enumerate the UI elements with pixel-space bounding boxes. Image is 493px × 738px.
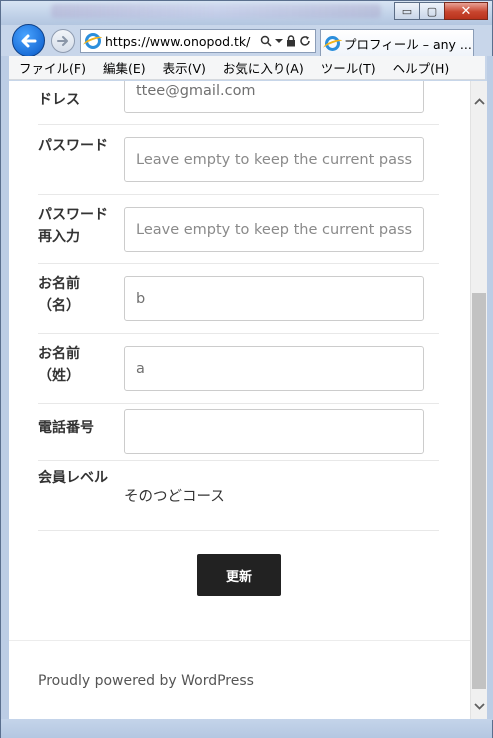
password-confirm-field[interactable]: Leave empty to keep the current pass xyxy=(124,207,424,252)
menu-tools[interactable]: ツール(T) xyxy=(321,58,376,77)
membership-value: そのつどコース xyxy=(124,489,225,505)
password-confirm-label: パスワード再入力 xyxy=(38,207,108,245)
password-confirm-row: パスワード再入力 Leave empty to keep the current… xyxy=(38,195,439,264)
last-name-label: お名前（姓） xyxy=(38,346,80,384)
menu-view[interactable]: 表示(V) xyxy=(163,58,206,77)
arrow-right-icon xyxy=(57,36,68,46)
tab-title: プロフィール – any ... xyxy=(344,36,472,52)
password-field[interactable]: Leave empty to keep the current pass xyxy=(124,137,424,182)
address-bar[interactable]: https://www.onopod.tk/ xyxy=(80,29,316,53)
window-frame-right xyxy=(487,56,493,720)
tab-profile[interactable]: プロフィール – any ... ✕ xyxy=(320,29,474,56)
menu-bar: ファイル(F) 編集(E) 表示(V) お気に入り(A) ツール(T) ヘルプ(… xyxy=(9,56,485,80)
update-button[interactable]: 更新 xyxy=(197,554,281,596)
phone-field[interactable] xyxy=(124,409,424,454)
navigation-bar: https://www.onopod.tk/ プロフィール – any ... xyxy=(1,23,492,57)
vertical-scrollbar[interactable] xyxy=(470,81,487,719)
search-icon[interactable] xyxy=(260,35,272,47)
password-row: パスワード Leave empty to keep the current pa… xyxy=(38,125,439,195)
membership-label: 会員レベル xyxy=(38,470,108,486)
page-content: ドレス ttee@gmail.com パスワード Leave empty to … xyxy=(9,81,470,719)
ie-icon xyxy=(85,33,101,49)
dropdown-arrow-icon[interactable] xyxy=(275,37,283,45)
title-bar: ▭ ▢ ✕ xyxy=(1,1,492,25)
first-name-label: お名前（名） xyxy=(38,276,80,314)
membership-row: 会員レベル そのつどコース xyxy=(38,461,439,531)
arrow-left-icon xyxy=(21,34,36,47)
window-frame-left xyxy=(1,56,9,720)
email-row: ドレス ttee@gmail.com xyxy=(38,81,439,125)
address-tools xyxy=(260,35,315,47)
email-field[interactable]: ttee@gmail.com xyxy=(124,81,424,113)
menu-file[interactable]: ファイル(F) xyxy=(19,58,86,77)
title-blurred xyxy=(51,4,381,18)
window-frame-bottom xyxy=(1,719,492,738)
url-text[interactable]: https://www.onopod.tk/ xyxy=(105,34,260,49)
phone-label: 電話番号 xyxy=(38,420,94,436)
phone-row: 電話番号 xyxy=(38,404,439,461)
minimize-button[interactable]: ▭ xyxy=(394,2,420,20)
scroll-thumb[interactable] xyxy=(472,293,486,689)
back-button[interactable] xyxy=(12,24,45,57)
email-label: ドレス xyxy=(38,92,80,108)
profile-form: ドレス ttee@gmail.com パスワード Leave empty to … xyxy=(38,81,439,531)
ie-icon xyxy=(325,35,340,51)
first-name-field[interactable]: b xyxy=(124,276,424,321)
forward-button[interactable] xyxy=(51,29,75,53)
close-button[interactable]: ✕ xyxy=(444,2,488,20)
scroll-up-icon[interactable] xyxy=(471,93,488,110)
footer-divider xyxy=(9,640,470,641)
lock-icon[interactable] xyxy=(286,35,296,47)
menu-favorites[interactable]: お気に入り(A) xyxy=(223,58,304,77)
password-label: パスワード xyxy=(38,138,108,154)
maximize-button[interactable]: ▢ xyxy=(419,2,445,20)
last-name-row: お名前（姓） a xyxy=(38,334,439,404)
first-name-row: お名前（名） b xyxy=(38,264,439,334)
menu-edit[interactable]: 編集(E) xyxy=(103,58,146,77)
last-name-field[interactable]: a xyxy=(124,346,424,391)
browser-window: ▭ ▢ ✕ https://www.onopod.tk/ プロフィール – an… xyxy=(0,0,493,738)
menu-help[interactable]: ヘルプ(H) xyxy=(393,58,450,77)
scroll-down-icon[interactable] xyxy=(471,698,488,715)
window-controls: ▭ ▢ ✕ xyxy=(394,2,488,20)
refresh-icon[interactable] xyxy=(299,35,311,47)
footer-credit[interactable]: Proudly powered by WordPress xyxy=(38,673,254,689)
